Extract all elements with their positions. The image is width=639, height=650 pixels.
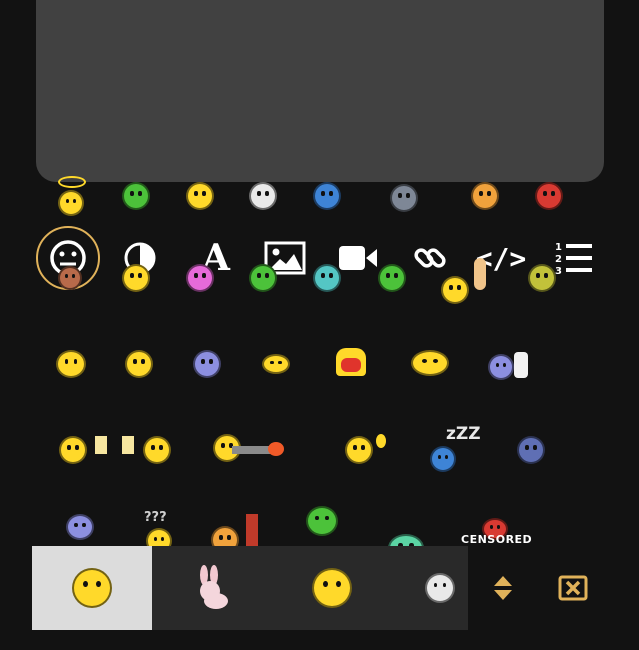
hand-wave-icon bbox=[376, 434, 386, 448]
tab-animals[interactable] bbox=[152, 546, 272, 630]
emoji-dizzy[interactable] bbox=[193, 350, 221, 378]
emoji-thumbs-up[interactable] bbox=[488, 354, 514, 380]
category-tab-bar bbox=[32, 546, 468, 630]
tab-grins[interactable] bbox=[272, 546, 392, 630]
bunny-icon bbox=[200, 565, 228, 609]
emoji-mad-red[interactable] bbox=[535, 182, 563, 210]
emoji-brown-face[interactable] bbox=[58, 266, 82, 290]
emoji-shocked-pink[interactable] bbox=[186, 264, 214, 292]
question-label: ??? bbox=[144, 510, 167, 525]
emoji-smile[interactable] bbox=[186, 182, 214, 210]
emoji-sleeping[interactable] bbox=[430, 446, 456, 472]
emoji-angry-gray[interactable] bbox=[390, 184, 418, 212]
svg-text:3: 3 bbox=[555, 266, 562, 276]
tab-smileys[interactable] bbox=[32, 546, 152, 630]
emoji-green-wings[interactable] bbox=[306, 506, 338, 536]
emoji-smirk[interactable] bbox=[471, 182, 499, 210]
emoji-bandit[interactable] bbox=[66, 514, 94, 540]
emoji-cool[interactable] bbox=[441, 276, 469, 304]
white-smiley-icon bbox=[425, 573, 455, 603]
halo-icon bbox=[58, 176, 86, 188]
emoji-preview bbox=[36, 0, 604, 182]
emoji-wave[interactable] bbox=[345, 436, 373, 464]
emoji-sick[interactable] bbox=[122, 182, 150, 210]
muzzle-flash-icon bbox=[268, 442, 284, 456]
emoji-skeptic[interactable] bbox=[517, 436, 545, 464]
thumb-icon bbox=[514, 352, 528, 378]
tab-misc[interactable] bbox=[412, 546, 468, 630]
zzz-label: zZZ bbox=[446, 424, 481, 444]
close-button[interactable] bbox=[551, 566, 595, 610]
emoji-whistle[interactable] bbox=[378, 264, 406, 292]
censored-label: CENSORED bbox=[461, 533, 533, 546]
video-icon bbox=[339, 246, 377, 270]
emoji-heart-eyes[interactable] bbox=[125, 350, 153, 378]
emoji-tongue-green[interactable] bbox=[249, 264, 277, 292]
emoji-peace[interactable] bbox=[468, 254, 492, 294]
ordered-list-icon: 1 2 3 bbox=[555, 242, 592, 276]
emoji-cheers-right[interactable] bbox=[143, 436, 171, 464]
sort-button[interactable] bbox=[481, 566, 525, 610]
butt-inner-icon bbox=[341, 358, 361, 372]
glass-icon bbox=[122, 436, 134, 454]
sort-icon bbox=[494, 576, 512, 600]
emoji-kiss-teal[interactable] bbox=[313, 264, 341, 292]
gun-icon bbox=[232, 446, 272, 454]
emoji-clown[interactable] bbox=[249, 182, 277, 210]
emoji-bird[interactable] bbox=[262, 354, 290, 374]
link-icon bbox=[414, 248, 446, 268]
svg-text:1: 1 bbox=[555, 242, 562, 253]
grin-icon bbox=[312, 568, 352, 608]
emoji-sad[interactable] bbox=[313, 182, 341, 210]
emoji-butt[interactable] bbox=[336, 348, 366, 390]
hand-icon bbox=[474, 258, 486, 290]
close-box-icon bbox=[558, 575, 588, 601]
svg-text:2: 2 bbox=[555, 254, 562, 265]
smiley-icon bbox=[72, 568, 112, 608]
bricks-icon bbox=[246, 514, 258, 548]
emoji-angel[interactable] bbox=[56, 176, 86, 218]
emoji-yawn[interactable] bbox=[411, 350, 449, 376]
emoji-grin[interactable] bbox=[122, 264, 150, 292]
glass-icon bbox=[95, 436, 107, 454]
emoji-big-grin[interactable] bbox=[56, 350, 86, 378]
emoji-cheers-left[interactable] bbox=[59, 436, 87, 464]
smiley-icon bbox=[58, 190, 84, 216]
emoji-meh[interactable] bbox=[528, 264, 556, 292]
